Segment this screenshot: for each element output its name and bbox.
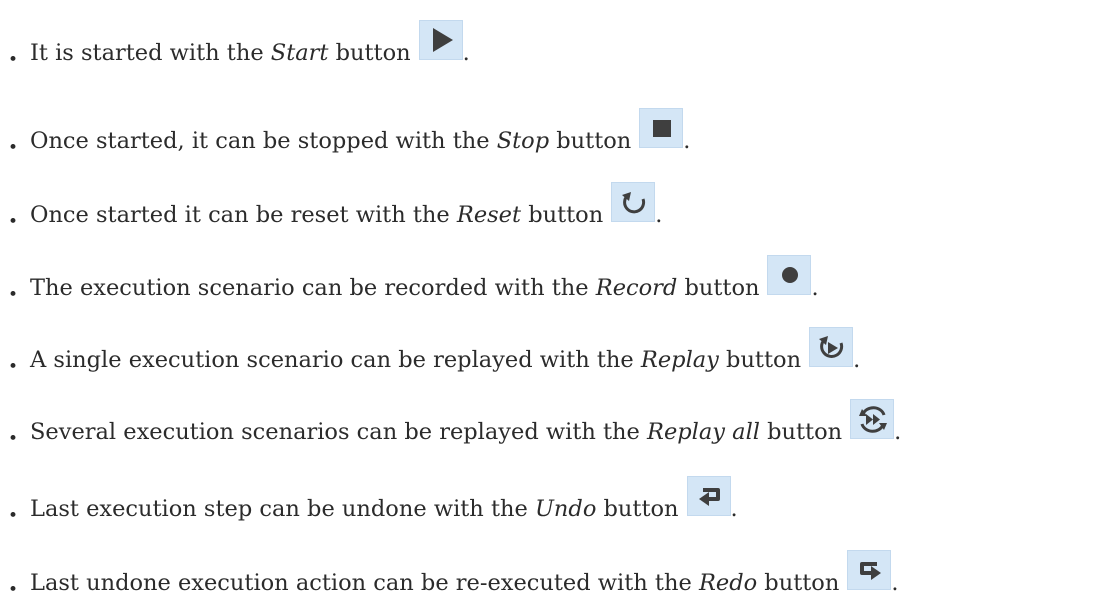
item-text: Last execution step can be undone with t… [30, 495, 679, 522]
item-text-pre: A single execution scenario can be repla… [30, 346, 641, 373]
button-name-reset: Reset [456, 201, 522, 228]
undo-button[interactable] [686, 476, 731, 516]
bullet: • [8, 429, 19, 449]
item-text-post: button [521, 201, 604, 228]
item-text: Several execution scenarios can be repla… [30, 418, 843, 445]
item-text-post: button [718, 346, 802, 373]
list-item-undo: • Last execution step can be undone with… [8, 456, 738, 528]
bullet: • [8, 212, 19, 232]
item-text-post: button [549, 127, 632, 154]
list-item-reset: • Once started it can be reset with the … [8, 162, 662, 234]
item-text-post: button [759, 418, 843, 445]
bullet: • [8, 50, 19, 70]
button-name-replay-all: Replay all [647, 418, 760, 445]
list-item-record: • The execution scenario can be recorded… [8, 235, 819, 307]
bullet: • [8, 580, 19, 600]
period: . [683, 127, 691, 154]
item-text: Once started it can be reset with the Re… [30, 201, 604, 228]
reset-button[interactable] [611, 182, 656, 222]
period: . [811, 274, 819, 301]
item-text-pre: Once started, it can be stopped with the [30, 127, 497, 154]
item-text-post: button [596, 495, 679, 522]
button-name-start: Start [270, 39, 329, 66]
item-text-post: button [757, 569, 840, 596]
period: . [655, 201, 663, 228]
item-text: The execution scenario can be recorded w… [30, 274, 760, 301]
item-text: Last undone execution action can be re-e… [30, 569, 840, 596]
undo-icon [698, 488, 720, 506]
list-item-redo: • Last undone execution action can be re… [8, 530, 898, 602]
button-name-record: Record [595, 274, 678, 301]
item-text-pre: Once started it can be reset with the [30, 201, 457, 228]
replay-icon [819, 336, 844, 358]
item-text-pre: Last execution step can be undone with t… [30, 495, 535, 522]
item-text-post: button [677, 274, 760, 301]
list-item-stop: • Once started, it can be stopped with t… [8, 88, 690, 160]
bullet: • [8, 357, 19, 377]
list-item-replay: • A single execution scenario can be rep… [8, 307, 860, 379]
stop-button[interactable] [639, 108, 684, 148]
item-text: Once started, it can be stopped with the… [30, 127, 632, 154]
bullet: • [8, 506, 19, 526]
redo-icon [860, 562, 882, 580]
replay-all-button[interactable] [850, 399, 895, 439]
period: . [891, 569, 899, 596]
redo-button[interactable] [847, 550, 892, 590]
record-icon [782, 267, 799, 283]
period: . [462, 39, 470, 66]
period: . [853, 346, 861, 373]
item-text-pre: The execution scenario can be recorded w… [30, 274, 596, 301]
item-text: It is started with the Start button [30, 39, 411, 66]
reset-icon [622, 192, 646, 214]
item-text-post: button [328, 39, 411, 66]
stop-icon [653, 120, 672, 137]
item-text-pre: Last undone execution action can be re-e… [30, 569, 699, 596]
item-text-pre: Several execution scenarios can be repla… [30, 418, 648, 445]
period: . [730, 495, 738, 522]
replay-all-icon [859, 406, 888, 433]
list-item-start: • It is started with the Start button . [8, 0, 470, 72]
start-button[interactable] [418, 20, 463, 60]
list-item-replay-all: • Several execution scenarios can be rep… [8, 379, 901, 451]
bullet: • [8, 285, 19, 305]
control-buttons-list: • It is started with the Start button . … [0, 0, 1110, 610]
button-name-replay: Replay [640, 346, 719, 373]
button-name-stop: Stop [496, 127, 550, 154]
period: . [894, 418, 902, 445]
item-text-pre: It is started with the [30, 39, 271, 66]
replay-button[interactable] [809, 327, 854, 367]
button-name-redo: Redo [698, 569, 758, 596]
button-name-undo: Undo [534, 495, 597, 522]
play-icon [432, 28, 453, 52]
item-text: A single execution scenario can be repla… [30, 346, 802, 373]
record-button[interactable] [767, 255, 812, 295]
bullet: • [8, 138, 19, 158]
